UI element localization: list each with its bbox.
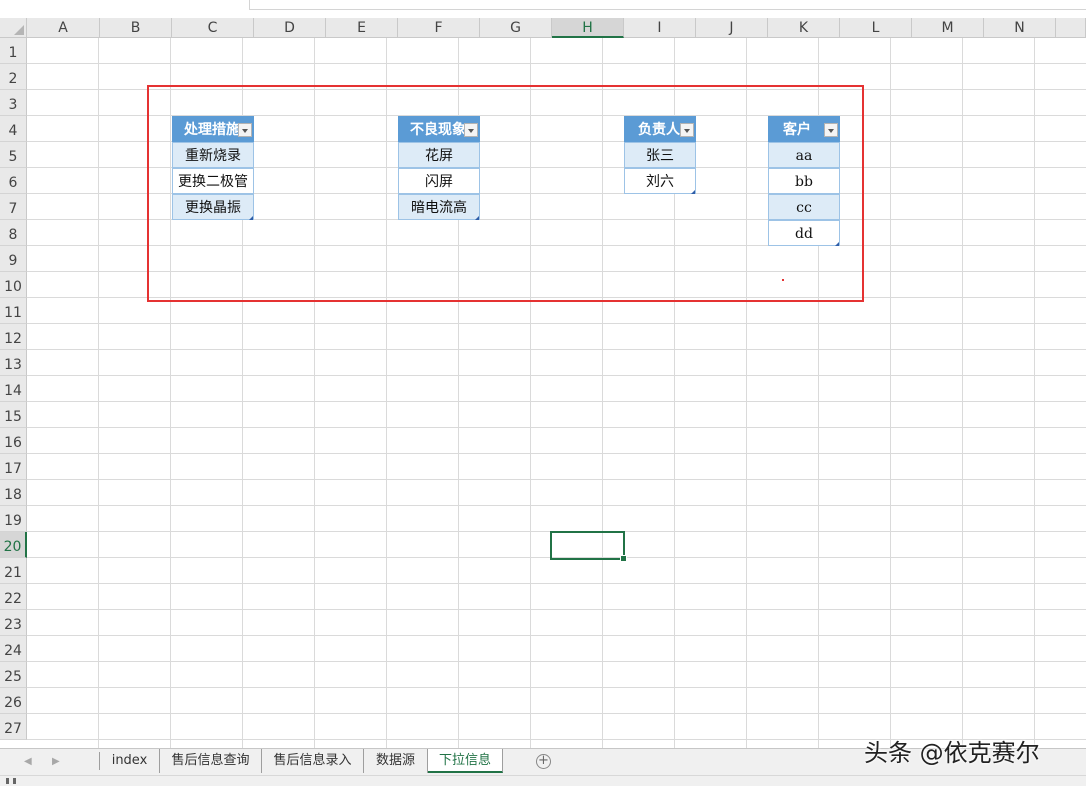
table-resize-handle-icon[interactable] xyxy=(249,216,253,220)
table-header-defects[interactable]: 不良现象 xyxy=(398,116,480,142)
formula-bar-strip xyxy=(0,0,1086,18)
select-all-corner[interactable] xyxy=(0,18,27,38)
status-mode-icon xyxy=(6,778,16,784)
row-header-16[interactable]: 16 xyxy=(0,428,27,454)
row-header-20[interactable]: 20 xyxy=(0,532,27,558)
row-header-3[interactable]: 3 xyxy=(0,90,27,116)
row-header-26[interactable]: 26 xyxy=(0,688,27,714)
row-header-14[interactable]: 14 xyxy=(0,376,27,402)
column-header-e[interactable]: E xyxy=(326,18,398,38)
row-header-8[interactable]: 8 xyxy=(0,220,27,246)
table-cell[interactable]: bb xyxy=(768,168,840,194)
column-header-h[interactable]: H xyxy=(552,18,624,38)
column-header-n[interactable]: N xyxy=(984,18,1056,38)
row-header-6[interactable]: 6 xyxy=(0,168,27,194)
table-cell[interactable]: 更换晶振 xyxy=(172,194,254,220)
formula-input[interactable] xyxy=(249,0,1086,10)
tab-after-sales-query[interactable]: 售后信息查询 xyxy=(160,749,262,773)
table-cell[interactable]: dd xyxy=(768,220,840,246)
column-header-k[interactable]: K xyxy=(768,18,840,38)
tab-dropdown-info[interactable]: 下拉信息 xyxy=(428,749,503,773)
row-header-25[interactable]: 25 xyxy=(0,662,27,688)
column-header-l[interactable]: L xyxy=(840,18,912,38)
table-cell[interactable]: 更换二极管 xyxy=(172,168,254,194)
row-header-12[interactable]: 12 xyxy=(0,324,27,350)
row-header-18[interactable]: 18 xyxy=(0,480,27,506)
table-header-measures[interactable]: 处理措施 xyxy=(172,116,254,142)
tab-data-source[interactable]: 数据源 xyxy=(364,749,428,773)
row-header-5[interactable]: 5 xyxy=(0,142,27,168)
active-cell-h20[interactable] xyxy=(550,531,627,562)
table-cell[interactable]: cc xyxy=(768,194,840,220)
column-header-f[interactable]: F xyxy=(398,18,480,38)
annotation-dot xyxy=(782,279,784,281)
row-header-21[interactable]: 21 xyxy=(0,558,27,584)
row-header-24[interactable]: 24 xyxy=(0,636,27,662)
row-header-7[interactable]: 7 xyxy=(0,194,27,220)
row-header-4[interactable]: 4 xyxy=(0,116,27,142)
table-resize-handle-icon[interactable] xyxy=(835,242,839,246)
scroll-tabs-left-icon[interactable]: ◀ xyxy=(24,756,32,767)
row-header-15[interactable]: 15 xyxy=(0,402,27,428)
table-cell[interactable]: aa xyxy=(768,142,840,168)
table-header-customer[interactable]: 客户 xyxy=(768,116,840,142)
table-resize-handle-icon[interactable] xyxy=(691,190,695,194)
row-header-22[interactable]: 22 xyxy=(0,584,27,610)
plus-circle-icon[interactable]: + xyxy=(536,754,551,769)
column-header-d[interactable]: D xyxy=(254,18,326,38)
table-header-label: 负责人 xyxy=(638,122,680,138)
row-header-23[interactable]: 23 xyxy=(0,610,27,636)
status-bar xyxy=(0,775,1086,786)
column-header-o[interactable] xyxy=(1056,18,1086,38)
table-resize-handle-icon[interactable] xyxy=(475,216,479,220)
table-cell[interactable]: 暗电流高 xyxy=(398,194,480,220)
filter-dropdown-icon[interactable] xyxy=(464,123,478,137)
table-cell[interactable]: 刘六 xyxy=(624,168,696,194)
tab-after-sales-entry[interactable]: 售后信息录入 xyxy=(262,749,364,773)
column-header-b[interactable]: B xyxy=(100,18,172,38)
row-header-2[interactable]: 2 xyxy=(0,64,27,90)
column-header-j[interactable]: J xyxy=(696,18,768,38)
filter-dropdown-icon[interactable] xyxy=(680,123,694,137)
table-header-owner[interactable]: 负责人 xyxy=(624,116,696,142)
table-cell[interactable]: 张三 xyxy=(624,142,696,168)
table-header-label: 客户 xyxy=(783,122,811,138)
worksheet[interactable]: A B C D E F G H I J K L M N 1 2 3 4 5 6 … xyxy=(0,18,1086,748)
table-cell[interactable]: 花屏 xyxy=(398,142,480,168)
filter-dropdown-icon[interactable] xyxy=(824,123,838,137)
filter-dropdown-icon[interactable] xyxy=(238,123,252,137)
column-header-m[interactable]: M xyxy=(912,18,984,38)
row-header-13[interactable]: 13 xyxy=(0,350,27,376)
row-header-1[interactable]: 1 xyxy=(0,38,27,64)
table-header-label: 处理措施 xyxy=(184,122,240,138)
tab-index[interactable]: index xyxy=(100,749,160,773)
scroll-tabs-right-icon[interactable]: ▶ xyxy=(52,756,60,767)
table-cell[interactable]: 重新烧录 xyxy=(172,142,254,168)
table-header-label: 不良现象 xyxy=(410,122,466,138)
row-header-17[interactable]: 17 xyxy=(0,454,27,480)
row-header-19[interactable]: 19 xyxy=(0,506,27,532)
row-header-27[interactable]: 27 xyxy=(0,714,27,740)
row-header-10[interactable]: 10 xyxy=(0,272,27,298)
column-header-c[interactable]: C xyxy=(172,18,254,38)
column-header-i[interactable]: I xyxy=(624,18,696,38)
row-header-9[interactable]: 9 xyxy=(0,246,27,272)
watermark-text: 头条 @依克赛尔 xyxy=(864,739,1040,767)
column-header-g[interactable]: G xyxy=(480,18,552,38)
row-header-11[interactable]: 11 xyxy=(0,298,27,324)
table-cell[interactable]: 闪屏 xyxy=(398,168,480,194)
column-header-a[interactable]: A xyxy=(27,18,100,38)
